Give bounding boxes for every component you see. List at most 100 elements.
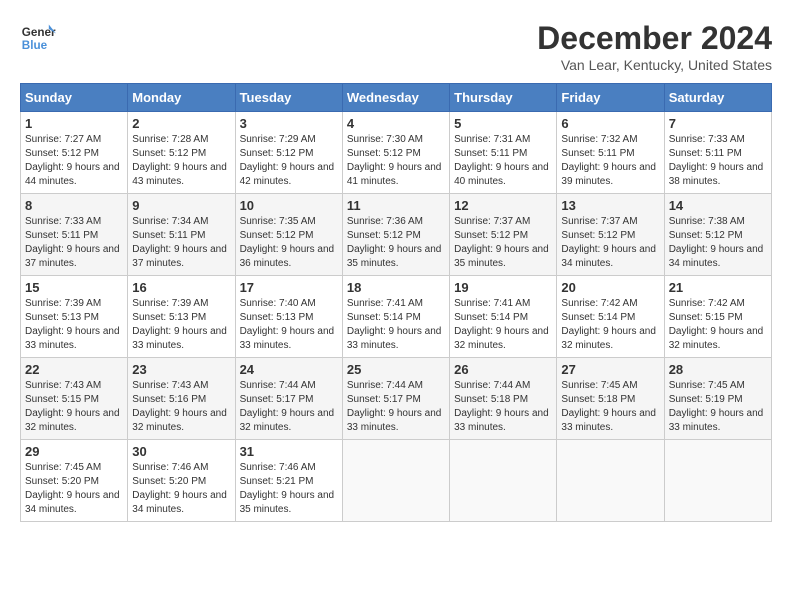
day-number: 7 — [669, 116, 767, 131]
calendar-table: SundayMondayTuesdayWednesdayThursdayFrid… — [20, 83, 772, 522]
weekday-header-monday: Monday — [128, 84, 235, 112]
day-info: Sunrise: 7:39 AMSunset: 5:13 PMDaylight:… — [132, 298, 227, 351]
day-info: Sunrise: 7:29 AMSunset: 5:12 PMDaylight:… — [240, 134, 335, 187]
day-info: Sunrise: 7:42 AMSunset: 5:15 PMDaylight:… — [669, 298, 764, 351]
calendar-cell: 16 Sunrise: 7:39 AMSunset: 5:13 PMDaylig… — [128, 276, 235, 358]
day-number: 26 — [454, 362, 552, 377]
calendar-cell — [557, 440, 664, 522]
day-info: Sunrise: 7:32 AMSunset: 5:11 PMDaylight:… — [561, 134, 656, 187]
day-info: Sunrise: 7:38 AMSunset: 5:12 PMDaylight:… — [669, 216, 764, 269]
day-number: 25 — [347, 362, 445, 377]
calendar-cell — [664, 440, 771, 522]
day-info: Sunrise: 7:33 AMSunset: 5:11 PMDaylight:… — [669, 134, 764, 187]
day-info: Sunrise: 7:45 AMSunset: 5:20 PMDaylight:… — [25, 462, 120, 515]
day-info: Sunrise: 7:39 AMSunset: 5:13 PMDaylight:… — [25, 298, 120, 351]
day-number: 10 — [240, 198, 338, 213]
calendar-cell: 9 Sunrise: 7:34 AMSunset: 5:11 PMDayligh… — [128, 194, 235, 276]
day-number: 6 — [561, 116, 659, 131]
svg-text:Blue: Blue — [22, 39, 48, 52]
day-number: 22 — [25, 362, 123, 377]
calendar-week-row: 15 Sunrise: 7:39 AMSunset: 5:13 PMDaylig… — [21, 276, 772, 358]
calendar-cell: 23 Sunrise: 7:43 AMSunset: 5:16 PMDaylig… — [128, 358, 235, 440]
day-number: 29 — [25, 444, 123, 459]
calendar-cell: 11 Sunrise: 7:36 AMSunset: 5:12 PMDaylig… — [342, 194, 449, 276]
title-section: December 2024 Van Lear, Kentucky, United… — [537, 20, 772, 73]
day-number: 13 — [561, 198, 659, 213]
calendar-cell: 3 Sunrise: 7:29 AMSunset: 5:12 PMDayligh… — [235, 112, 342, 194]
day-number: 23 — [132, 362, 230, 377]
day-number: 17 — [240, 280, 338, 295]
day-number: 12 — [454, 198, 552, 213]
day-info: Sunrise: 7:37 AMSunset: 5:12 PMDaylight:… — [561, 216, 656, 269]
weekday-header-row: SundayMondayTuesdayWednesdayThursdayFrid… — [21, 84, 772, 112]
day-number: 28 — [669, 362, 767, 377]
day-number: 14 — [669, 198, 767, 213]
day-info: Sunrise: 7:41 AMSunset: 5:14 PMDaylight:… — [347, 298, 442, 351]
calendar-cell: 27 Sunrise: 7:45 AMSunset: 5:18 PMDaylig… — [557, 358, 664, 440]
day-info: Sunrise: 7:37 AMSunset: 5:12 PMDaylight:… — [454, 216, 549, 269]
weekday-header-tuesday: Tuesday — [235, 84, 342, 112]
calendar-cell: 5 Sunrise: 7:31 AMSunset: 5:11 PMDayligh… — [450, 112, 557, 194]
day-number: 24 — [240, 362, 338, 377]
day-number: 4 — [347, 116, 445, 131]
calendar-cell: 8 Sunrise: 7:33 AMSunset: 5:11 PMDayligh… — [21, 194, 128, 276]
calendar-week-row: 1 Sunrise: 7:27 AMSunset: 5:12 PMDayligh… — [21, 112, 772, 194]
day-info: Sunrise: 7:45 AMSunset: 5:19 PMDaylight:… — [669, 380, 764, 433]
day-number: 11 — [347, 198, 445, 213]
day-info: Sunrise: 7:43 AMSunset: 5:16 PMDaylight:… — [132, 380, 227, 433]
calendar-week-row: 8 Sunrise: 7:33 AMSunset: 5:11 PMDayligh… — [21, 194, 772, 276]
calendar-cell: 25 Sunrise: 7:44 AMSunset: 5:17 PMDaylig… — [342, 358, 449, 440]
day-info: Sunrise: 7:40 AMSunset: 5:13 PMDaylight:… — [240, 298, 335, 351]
calendar-cell: 19 Sunrise: 7:41 AMSunset: 5:14 PMDaylig… — [450, 276, 557, 358]
calendar-cell: 24 Sunrise: 7:44 AMSunset: 5:17 PMDaylig… — [235, 358, 342, 440]
weekday-header-friday: Friday — [557, 84, 664, 112]
day-info: Sunrise: 7:42 AMSunset: 5:14 PMDaylight:… — [561, 298, 656, 351]
day-number: 3 — [240, 116, 338, 131]
weekday-header-wednesday: Wednesday — [342, 84, 449, 112]
weekday-header-thursday: Thursday — [450, 84, 557, 112]
day-number: 15 — [25, 280, 123, 295]
day-info: Sunrise: 7:44 AMSunset: 5:17 PMDaylight:… — [240, 380, 335, 433]
calendar-cell: 21 Sunrise: 7:42 AMSunset: 5:15 PMDaylig… — [664, 276, 771, 358]
day-info: Sunrise: 7:41 AMSunset: 5:14 PMDaylight:… — [454, 298, 549, 351]
calendar-cell: 7 Sunrise: 7:33 AMSunset: 5:11 PMDayligh… — [664, 112, 771, 194]
day-info: Sunrise: 7:43 AMSunset: 5:15 PMDaylight:… — [25, 380, 120, 433]
page-header: General Blue December 2024 Van Lear, Ken… — [20, 20, 772, 73]
day-number: 31 — [240, 444, 338, 459]
location-subtitle: Van Lear, Kentucky, United States — [537, 57, 772, 73]
calendar-cell: 29 Sunrise: 7:45 AMSunset: 5:20 PMDaylig… — [21, 440, 128, 522]
day-number: 5 — [454, 116, 552, 131]
day-info: Sunrise: 7:27 AMSunset: 5:12 PMDaylight:… — [25, 134, 120, 187]
day-info: Sunrise: 7:28 AMSunset: 5:12 PMDaylight:… — [132, 134, 227, 187]
day-number: 19 — [454, 280, 552, 295]
calendar-cell: 22 Sunrise: 7:43 AMSunset: 5:15 PMDaylig… — [21, 358, 128, 440]
weekday-header-sunday: Sunday — [21, 84, 128, 112]
day-number: 27 — [561, 362, 659, 377]
weekday-header-saturday: Saturday — [664, 84, 771, 112]
calendar-cell: 1 Sunrise: 7:27 AMSunset: 5:12 PMDayligh… — [21, 112, 128, 194]
month-year-title: December 2024 — [537, 20, 772, 57]
calendar-cell: 17 Sunrise: 7:40 AMSunset: 5:13 PMDaylig… — [235, 276, 342, 358]
calendar-week-row: 22 Sunrise: 7:43 AMSunset: 5:15 PMDaylig… — [21, 358, 772, 440]
day-info: Sunrise: 7:36 AMSunset: 5:12 PMDaylight:… — [347, 216, 442, 269]
day-info: Sunrise: 7:46 AMSunset: 5:20 PMDaylight:… — [132, 462, 227, 515]
calendar-cell: 6 Sunrise: 7:32 AMSunset: 5:11 PMDayligh… — [557, 112, 664, 194]
calendar-cell: 30 Sunrise: 7:46 AMSunset: 5:20 PMDaylig… — [128, 440, 235, 522]
day-info: Sunrise: 7:33 AMSunset: 5:11 PMDaylight:… — [25, 216, 120, 269]
day-number: 2 — [132, 116, 230, 131]
calendar-cell: 15 Sunrise: 7:39 AMSunset: 5:13 PMDaylig… — [21, 276, 128, 358]
day-number: 8 — [25, 198, 123, 213]
calendar-cell: 20 Sunrise: 7:42 AMSunset: 5:14 PMDaylig… — [557, 276, 664, 358]
day-number: 16 — [132, 280, 230, 295]
calendar-cell — [342, 440, 449, 522]
calendar-cell: 2 Sunrise: 7:28 AMSunset: 5:12 PMDayligh… — [128, 112, 235, 194]
day-number: 20 — [561, 280, 659, 295]
logo: General Blue — [20, 20, 56, 56]
day-info: Sunrise: 7:34 AMSunset: 5:11 PMDaylight:… — [132, 216, 227, 269]
calendar-cell: 18 Sunrise: 7:41 AMSunset: 5:14 PMDaylig… — [342, 276, 449, 358]
calendar-cell: 14 Sunrise: 7:38 AMSunset: 5:12 PMDaylig… — [664, 194, 771, 276]
day-info: Sunrise: 7:30 AMSunset: 5:12 PMDaylight:… — [347, 134, 442, 187]
day-info: Sunrise: 7:46 AMSunset: 5:21 PMDaylight:… — [240, 462, 335, 515]
day-number: 21 — [669, 280, 767, 295]
logo-icon: General Blue — [20, 20, 56, 56]
